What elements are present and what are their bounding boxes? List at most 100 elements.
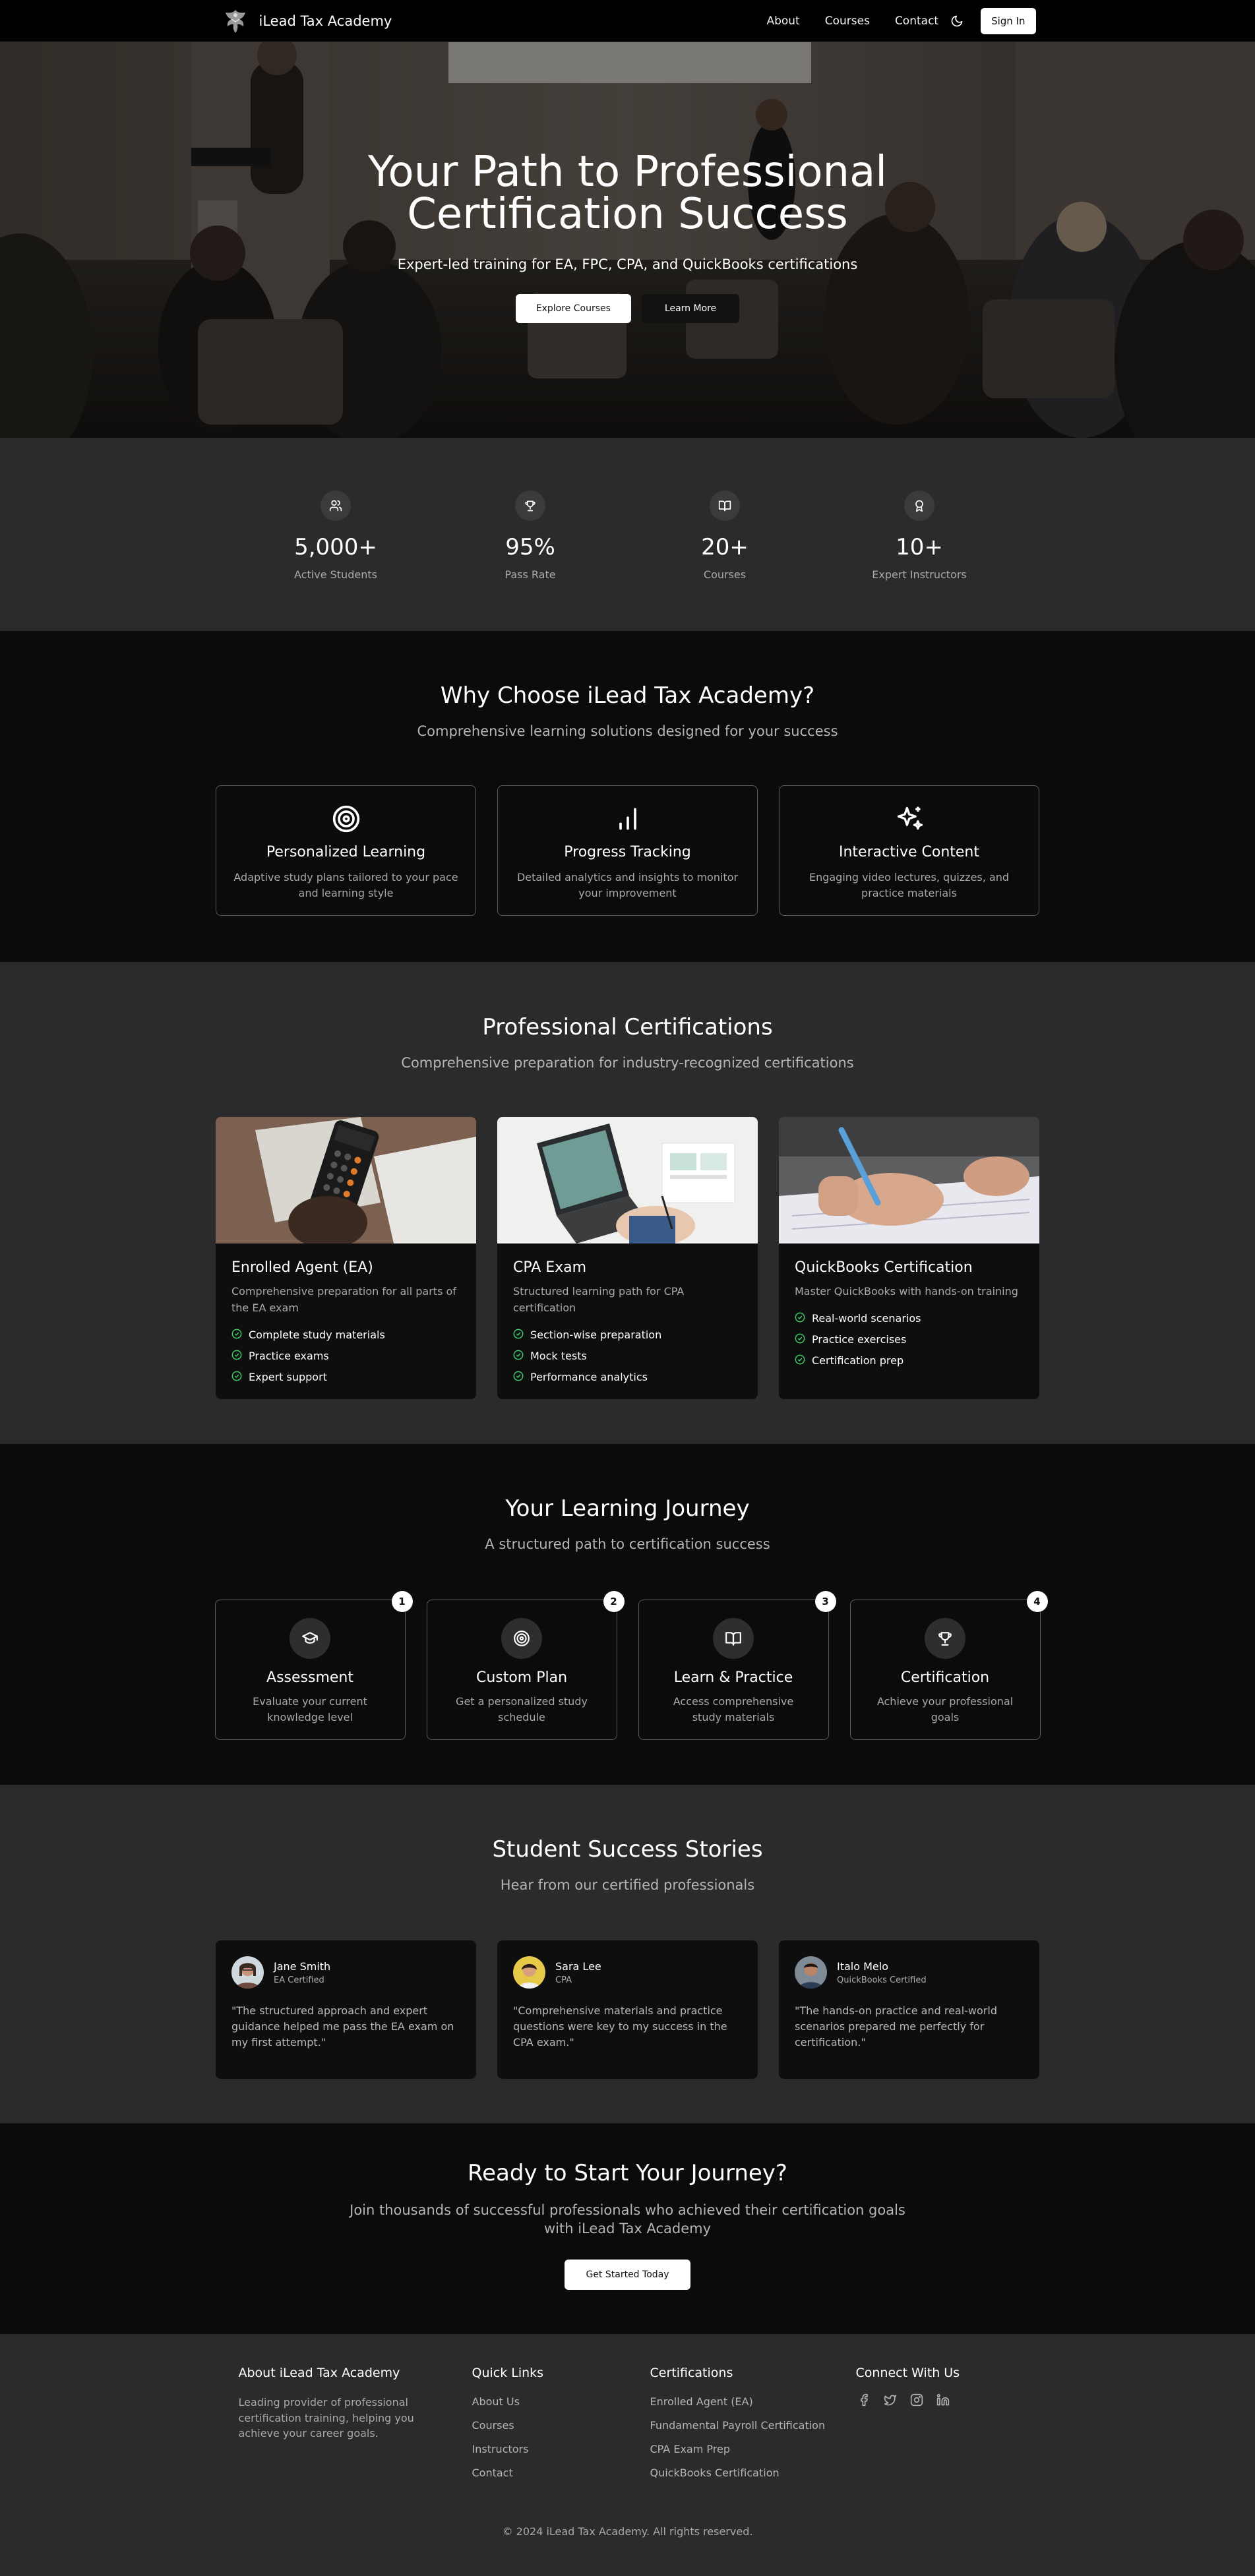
step-grid: 1 Assessment Evaluate your current knowl…	[0, 1591, 1255, 1740]
explore-courses-button[interactable]: Explore Courses	[515, 294, 631, 323]
step-card-certification: 4 Certification Achieve your professiona…	[849, 1591, 1048, 1740]
testimonial-quote: "The hands-on practice and real-world sc…	[795, 2004, 997, 2049]
stat-label: Expert Instructors	[872, 568, 967, 581]
cert-feature-list: Complete study materials Practice exams …	[231, 1325, 460, 1388]
sparkles-icon	[894, 803, 925, 835]
instagram-icon[interactable]	[909, 2392, 925, 2408]
list-item: Performance analytics	[513, 1367, 742, 1388]
testimonial-role: EA Certified	[274, 1975, 324, 1985]
cert-card-cpa[interactable]: CPA Exam Structured learning path for CP…	[497, 1117, 758, 1399]
feature-grid: Personalized Learning Adaptive study pla…	[0, 785, 1255, 916]
feature-desc: Detailed analytics and insights to monit…	[516, 871, 739, 899]
stat-active-students: 5,000+ Active Students	[263, 491, 408, 581]
testimonial-role: CPA	[555, 1975, 572, 1985]
check-circle-icon	[795, 1354, 805, 1367]
stat-courses: 20+ Courses	[652, 491, 797, 581]
footer-link-enrolled-agent[interactable]: Enrolled Agent (EA)	[650, 2389, 856, 2413]
graduation-cap-icon	[290, 1618, 330, 1659]
feature-desc: Engaging video lectures, quizzes, and pr…	[809, 871, 1010, 899]
footer-link-payroll-certification[interactable]: Fundamental Payroll Certification	[650, 2413, 856, 2437]
footer-link-about-us[interactable]: About Us	[472, 2389, 650, 2413]
top-navbar: iLead Tax Academy About Courses Contact …	[0, 0, 1255, 42]
laptop-desk-image	[497, 1117, 758, 1243]
feature-card-interactive-content: Interactive Content Engaging video lectu…	[779, 785, 1039, 916]
step-title: Learn & Practice	[673, 1669, 793, 1686]
footer-heading: About iLead Tax Academy	[238, 2366, 400, 2380]
stat-value: 5,000+	[294, 534, 377, 560]
linkedin-icon[interactable]	[935, 2392, 951, 2408]
feature-desc: Adaptive study plans tailored to your pa…	[233, 871, 458, 899]
cert-feature: Expert support	[249, 1371, 327, 1384]
footer-link-quickbooks[interactable]: QuickBooks Certification	[650, 2461, 856, 2484]
hero-title-line1: Your Path to Professional	[367, 148, 888, 196]
brand[interactable]: iLead Tax Academy	[220, 5, 392, 37]
check-circle-icon	[513, 1350, 524, 1363]
moon-icon[interactable]	[946, 11, 967, 32]
stats-section: 5,000+ Active Students 95% Pass Rate 20+…	[0, 438, 1255, 631]
cert-title: QuickBooks Certification	[795, 1259, 973, 1276]
testimonial-card: Jane Smith EA Certified "The structured …	[216, 1940, 476, 2079]
testimonial-name: Sara Lee	[555, 1960, 601, 1973]
footer-link-cpa-exam-prep[interactable]: CPA Exam Prep	[650, 2437, 856, 2461]
testimonial-quote: "The structured approach and expert guid…	[231, 2004, 454, 2049]
footer-link-instructors[interactable]: Instructors	[472, 2437, 650, 2461]
copyright: © 2024 iLead Tax Academy. All rights res…	[502, 2525, 753, 2538]
journey-title: Your Learning Journey	[505, 1495, 750, 1522]
footer-quick-links: Quick Links About Us Courses Instructors…	[472, 2366, 650, 2484]
footer-link-courses[interactable]: Courses	[472, 2413, 650, 2437]
book-open-icon	[713, 1618, 754, 1659]
sign-in-button[interactable]: Sign In	[981, 8, 1036, 34]
list-item: Complete study materials	[231, 1325, 460, 1346]
footer: About iLead Tax Academy Leading provider…	[0, 2334, 1255, 2576]
hero-title-line2: Certification Success	[407, 190, 848, 239]
feature-title: Progress Tracking	[564, 844, 691, 860]
why-title: Why Choose iLead Tax Academy?	[440, 682, 815, 709]
cert-desc: Structured learning path for CPA certifi…	[513, 1285, 685, 1314]
stat-value: 20+	[701, 534, 749, 560]
facebook-icon[interactable]	[856, 2392, 872, 2408]
list-item: Certification prep	[795, 1350, 1024, 1371]
stories-subtitle: Hear from our certified professionals	[500, 1877, 755, 1893]
cert-title: Enrolled Agent (EA)	[231, 1259, 373, 1276]
eagle-logo-icon	[220, 5, 251, 37]
step-desc: Access comprehensive study materials	[673, 1695, 794, 1723]
cert-card-quickbooks[interactable]: QuickBooks Certification Master QuickBoo…	[779, 1117, 1039, 1399]
step-title: Custom Plan	[475, 1669, 568, 1686]
writing-notebook-image	[779, 1117, 1039, 1243]
footer-certifications: Certifications Enrolled Agent (EA) Funda…	[650, 2366, 856, 2484]
get-started-button[interactable]: Get Started Today	[565, 2259, 690, 2290]
nav-link-about[interactable]: About	[766, 15, 799, 28]
footer-connect: Connect With Us	[856, 2366, 960, 2484]
cert-feature-list: Real-world scenarios Practice exercises …	[795, 1308, 1024, 1371]
learn-more-button[interactable]: Learn More	[641, 294, 740, 323]
nav-link-contact[interactable]: Contact	[895, 15, 938, 28]
hero-section: Your Path to Professional Certification …	[0, 42, 1255, 438]
target-icon	[501, 1618, 542, 1659]
cert-card-ea[interactable]: Enrolled Agent (EA) Comprehensive prepar…	[216, 1117, 476, 1399]
cert-feature: Complete study materials	[249, 1329, 385, 1342]
hero-content: Your Path to Professional Certification …	[0, 151, 1255, 323]
testimonial-card: Italo Melo QuickBooks Certified "The han…	[779, 1940, 1039, 2079]
testimonial-name: Italo Melo	[837, 1960, 888, 1973]
cert-feature: Real-world scenarios	[812, 1312, 921, 1325]
cert-feature: Section-wise preparation	[530, 1329, 662, 1342]
stat-label: Courses	[703, 568, 747, 581]
bar-chart-icon	[612, 803, 644, 835]
footer-link-contact[interactable]: Contact	[472, 2461, 650, 2484]
footer-heading: Certifications	[650, 2366, 733, 2380]
check-circle-icon	[231, 1371, 242, 1384]
trophy-icon	[515, 491, 545, 521]
feature-card-personalized-learning: Personalized Learning Adaptive study pla…	[216, 785, 476, 916]
journey-section: Your Learning Journey A structured path …	[0, 1444, 1255, 1785]
stat-label: Pass Rate	[505, 568, 556, 581]
cta-section: Ready to Start Your Journey? Join thousa…	[0, 2123, 1255, 2334]
feature-card-progress-tracking: Progress Tracking Detailed analytics and…	[497, 785, 758, 916]
book-icon	[710, 491, 740, 521]
testimonial-role: QuickBooks Certified	[837, 1975, 927, 1985]
certs-subtitle: Comprehensive preparation for industry-r…	[401, 1055, 854, 1071]
list-item: Section-wise preparation	[513, 1325, 742, 1346]
twitter-icon[interactable]	[882, 2392, 898, 2408]
stat-value: 10+	[896, 534, 943, 560]
testimonial-card: Sara Lee CPA "Comprehensive materials an…	[497, 1940, 758, 2079]
nav-link-courses[interactable]: Courses	[825, 15, 870, 28]
